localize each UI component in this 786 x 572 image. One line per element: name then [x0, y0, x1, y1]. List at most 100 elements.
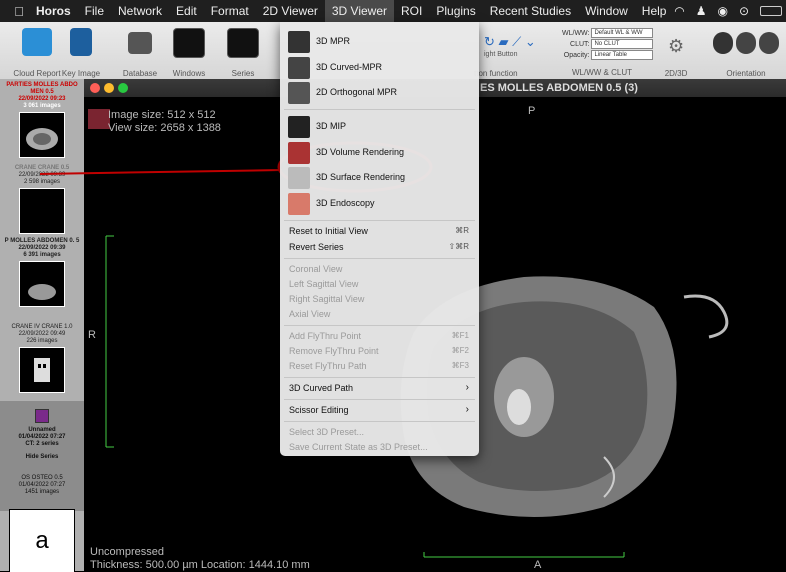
menu-help[interactable]: Help [635, 0, 674, 22]
chevron-right-icon: › [465, 382, 469, 393]
study-group: Unnamed 01/04/2022 07:27 CT: 2 series Hi… [0, 401, 84, 511]
menu-item-save-3d-preset[interactable]: Save Current State as 3D Preset... [280, 438, 479, 456]
menu-file[interactable]: File [78, 0, 111, 22]
person-icon[interactable]: ♟ [696, 4, 707, 18]
menu-item-3d-volume-rendering[interactable]: 3D Volume Rendering [280, 141, 479, 165]
close-window-icon[interactable] [90, 83, 100, 93]
series-count: 3 061 images [23, 103, 61, 109]
skull-side-icon[interactable] [759, 32, 779, 54]
wlww-clut-label: WL/WW & CLUT [572, 68, 632, 77]
menu-item-3d-mpr[interactable]: 3D MPR [280, 30, 479, 54]
clut-label: CLUT: [570, 40, 590, 48]
series-count: 2 598 images [23, 179, 61, 185]
mouse-button-function[interactable]: ↻ ▰ ⟋ ⌄ ight Button tton function [474, 24, 536, 78]
study-info: CT: 2 series [25, 441, 59, 447]
skull-top-icon[interactable] [736, 32, 756, 54]
series-count: 6 391 images [23, 252, 61, 258]
volume-rendering-icon [288, 142, 310, 164]
menu-item-3d-mip[interactable]: 3D MIP [280, 115, 479, 139]
minimize-window-icon[interactable] [104, 83, 114, 93]
zoom-window-icon[interactable] [118, 83, 128, 93]
menu-item-label: 3D MIP [316, 121, 347, 131]
menu-item-revert-series[interactable]: Revert Series ⇧⌘R [280, 238, 479, 256]
rotate-tool-icon: ↻ ▰ ⟋ ⌄ [484, 34, 536, 49]
opacity-label: Opacity: [563, 51, 590, 59]
key-image-icon [70, 28, 92, 56]
menu-recent-studies[interactable]: Recent Studies [483, 0, 578, 22]
menu-item-label: Revert Series [289, 242, 344, 252]
hide-series-button[interactable]: Hide Series [0, 454, 84, 461]
key-image-button[interactable]: Key Image [62, 24, 100, 78]
database-icon [128, 32, 152, 54]
menu-item-label: 3D Volume Rendering [316, 147, 405, 157]
series-label: Series [231, 69, 255, 78]
wifi-icon[interactable]: ◠ [674, 4, 684, 18]
menu-separator [284, 109, 475, 110]
gear-icon: ⚙ [668, 36, 685, 56]
menu-item-label: Scissor Editing [289, 405, 349, 415]
menu-window[interactable]: Window [578, 0, 635, 22]
apple-icon[interactable]:  [8, 4, 30, 19]
menu-item-label: 2D Orthogonal MPR [316, 87, 398, 97]
menu-roi[interactable]: ROI [394, 0, 429, 22]
menu-item-3d-curved-path[interactable]: 3D Curved Path › [280, 379, 479, 397]
right-button-label: ight Button [484, 51, 518, 58]
3d-viewer-menu: 3D MPR 3D Curved-MPR 2D Orthogonal MPR 3… [280, 22, 479, 456]
menu-edit[interactable]: Edit [169, 0, 204, 22]
menu-item-reset-flythru-path[interactable]: Reset FlyThru Path ⌘F3 [280, 357, 479, 375]
series-date: 22/09/2022 09:39 [18, 172, 66, 178]
study-color-tag[interactable] [35, 409, 49, 423]
series-icon [227, 28, 259, 58]
series-thumbnail[interactable] [19, 347, 65, 393]
wlww-select[interactable]: Default WL & WW [591, 28, 654, 38]
series-thumbnail[interactable] [19, 261, 65, 307]
menu-item-3d-surface-rendering[interactable]: 3D Surface Rendering [280, 166, 479, 190]
menu-item-scissor-editing[interactable]: Scissor Editing › [280, 401, 479, 419]
button-function-label: tton function [474, 69, 518, 78]
series-date: 22/09/2022 09:39 [18, 245, 66, 251]
orientation-label: Orientation [726, 69, 766, 78]
menu-separator [284, 258, 475, 259]
menu-app[interactable]: Horos [30, 0, 78, 22]
cloud-report-button[interactable]: Cloud Report [13, 24, 61, 78]
key-image-label: Key Image [61, 69, 101, 78]
menu-separator [284, 421, 475, 422]
windows-icon [173, 28, 205, 58]
menu-format[interactable]: Format [204, 0, 256, 22]
airdrop-icon[interactable]: ◉ [717, 4, 727, 18]
menu-item-axial-view[interactable]: Axial View [280, 305, 479, 323]
series-item[interactable]: PARTIES MOLLES ABDO MEN 0.5 22/09/2022 0… [0, 82, 84, 158]
menu-item-shortcut: ⌘F3 [451, 361, 469, 370]
series-thumbnail[interactable] [19, 112, 65, 158]
series-item[interactable]: CRANE CRANE 0.5 22/09/2022 09:39 2 598 i… [0, 165, 84, 234]
battery-icon[interactable] [760, 6, 782, 16]
study-name: Unnamed [28, 427, 56, 433]
menu-item-label: 3D Surface Rendering [316, 172, 406, 182]
play-icon[interactable]: ⊙ [739, 4, 749, 18]
menu-network[interactable]: Network [111, 0, 169, 22]
clut-select[interactable]: No CLUT [591, 38, 654, 49]
2d3d-button[interactable]: ⚙ 2D/3D [665, 24, 688, 78]
menu-separator [284, 399, 475, 400]
skull-front-icon[interactable] [713, 32, 733, 54]
menu-item-3d-curved-mpr[interactable]: 3D Curved-MPR [280, 56, 479, 80]
menu-3d-viewer[interactable]: 3D Viewer [324, 0, 395, 22]
series-button[interactable]: Series [227, 24, 259, 78]
opacity-select[interactable]: Linear Table [591, 49, 654, 60]
series-title: P MOLLES ABDOMEN 0. 5 [4, 238, 80, 244]
menu-item-label: Reset FlyThru Path [289, 361, 367, 371]
menu-plugins[interactable]: Plugins [429, 0, 482, 22]
menu-2d-viewer[interactable]: 2D Viewer [256, 0, 325, 22]
mip-icon [288, 116, 310, 138]
series-thumbnail[interactable] [19, 188, 65, 234]
series-item[interactable]: CRANE IV CRANE 1.0 22/09/2022 09:49 226 … [0, 324, 84, 393]
series-item[interactable]: P MOLLES ABDOMEN 0. 5 22/09/2022 09:39 6… [0, 238, 84, 307]
series-count: 226 images [26, 338, 58, 344]
menu-item-2d-orthogonal-mpr[interactable]: 2D Orthogonal MPR [280, 81, 479, 105]
figure-label: a [35, 527, 49, 554]
curved-mpr-icon [288, 57, 310, 79]
orientation-buttons[interactable]: Orientation [712, 24, 780, 78]
menu-item-3d-endoscopy[interactable]: 3D Endoscopy [280, 192, 479, 216]
database-button[interactable]: Database [123, 24, 157, 78]
windows-button[interactable]: Windows [173, 24, 205, 78]
